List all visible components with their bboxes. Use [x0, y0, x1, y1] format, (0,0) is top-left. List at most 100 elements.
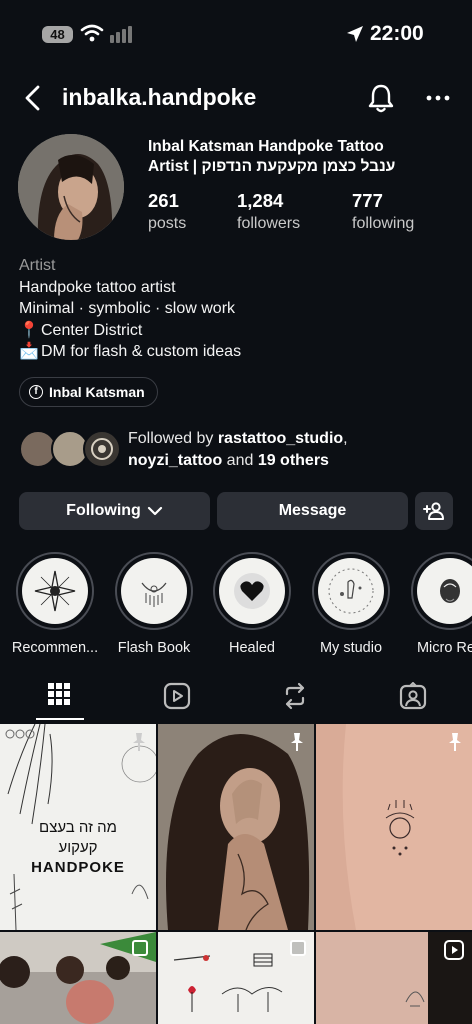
- facebook-link[interactable]: f Inbal Katsman: [19, 377, 158, 407]
- followers-count[interactable]: 1,284 followers: [237, 190, 300, 233]
- mutual-second-user[interactable]: noyzi_tattoo: [128, 452, 222, 469]
- notification-bell-icon[interactable]: [366, 82, 396, 114]
- highlight-cover: [417, 558, 472, 624]
- highlight-ring: [16, 552, 94, 630]
- stat-value: 1,284: [237, 190, 284, 211]
- post-caption-line: HANDPOKE: [31, 859, 125, 876]
- highlight-label: Flash Book: [117, 640, 191, 656]
- cellular-signal-icon: [110, 26, 132, 43]
- highlight-healed[interactable]: Healed: [213, 552, 291, 656]
- pin-icon: [291, 733, 303, 751]
- following-button-label: Following: [66, 502, 141, 519]
- clock: 22:00: [370, 22, 424, 45]
- pin-icon: 📍: [19, 321, 39, 339]
- mutual-followers-text: Followed by rastattoo_studio, noyzi_tatto…: [128, 428, 468, 472]
- back-arrow-icon[interactable]: [20, 84, 46, 112]
- profile-avatar[interactable]: [18, 134, 124, 240]
- highlight-cover: [318, 558, 384, 624]
- profile-header: inbalka.handpoke: [0, 76, 472, 120]
- repost-icon: [285, 682, 305, 710]
- following-count[interactable]: 777 following: [352, 190, 414, 233]
- bio-dm: 📩 DM for flash & custom ideas: [19, 341, 459, 363]
- carousel-icon: [132, 940, 148, 956]
- active-tab-indicator: [36, 718, 84, 720]
- facebook-link-label: Inbal Katsman: [49, 384, 145, 400]
- highlight-micro-realism[interactable]: Micro Rea: [411, 552, 472, 656]
- profile-display-name: Inbal Katsman Handpoke Tattoo Artist | ע…: [148, 137, 468, 177]
- highlight-ring: [312, 552, 390, 630]
- post-caption-line: קעקוע: [58, 839, 98, 856]
- mutual-followers[interactable]: Followed by rastattoo_studio, noyzi_tatto…: [19, 428, 459, 472]
- carousel-icon: [290, 940, 306, 956]
- wifi-icon: [80, 24, 104, 42]
- highlight-ring: [115, 552, 193, 630]
- bio-location: 📍 Center District: [19, 320, 459, 342]
- tab-grid[interactable]: [0, 676, 118, 722]
- highlight-ring: [411, 552, 472, 630]
- mutual-prefix: Followed by: [128, 430, 218, 447]
- battery-indicator: 48: [42, 26, 73, 43]
- highlight-cover: [22, 558, 88, 624]
- tab-tagged[interactable]: [354, 676, 472, 722]
- post-tile[interactable]: [0, 932, 156, 1024]
- stat-label: followers: [237, 215, 301, 232]
- message-button[interactable]: Message: [217, 492, 408, 530]
- tagged-person-icon: [399, 682, 427, 710]
- bio-line: Handpoke tattoo artist: [19, 278, 176, 296]
- post-tile[interactable]: [316, 932, 472, 1024]
- post-grid: מה זה בעצם קעקוע HANDPOKE: [0, 724, 472, 1024]
- tab-reposts[interactable]: [236, 676, 354, 722]
- highlight-ring: [213, 552, 291, 630]
- post-caption-line: מה זה בעצם: [39, 819, 117, 836]
- bio-dm-text: DM for flash & custom ideas: [41, 343, 242, 360]
- stat-label: following: [352, 215, 415, 232]
- chevron-down-icon: [147, 506, 162, 516]
- highlight-label: Recommen...: [11, 640, 99, 656]
- avatar: [83, 430, 121, 468]
- post-photo: [316, 724, 472, 930]
- highlight-cover: [219, 558, 285, 624]
- pin-icon: [133, 733, 145, 751]
- posts-count[interactable]: 261 posts: [148, 190, 186, 233]
- facebook-icon: f: [29, 385, 43, 399]
- mutual-others[interactable]: 19 others: [258, 452, 329, 469]
- post-tile[interactable]: [316, 724, 472, 930]
- mutual-first-user[interactable]: rastattoo_studio: [218, 430, 343, 447]
- location-arrow-icon: [347, 26, 363, 42]
- add-person-icon: [423, 502, 444, 520]
- status-bar: 48 22:00: [0, 0, 472, 64]
- bio-location-text: Center District: [41, 321, 143, 339]
- mutual-comma: ,: [343, 430, 348, 447]
- envelope-icon: 📩: [19, 343, 39, 360]
- highlight-cover: [121, 558, 187, 624]
- highlight-recommendations[interactable]: Recommen...: [12, 552, 98, 656]
- bio-line: Minimal · symbolic · slow work: [19, 300, 236, 317]
- post-photo: [158, 724, 314, 930]
- highlight-flash-book[interactable]: Flash Book: [115, 552, 193, 656]
- stat-label: posts: [148, 215, 187, 232]
- highlight-label: Healed: [229, 640, 275, 656]
- profile-tabs: [0, 676, 472, 722]
- reels-icon: [163, 682, 191, 710]
- highlight-my-studio[interactable]: My studio: [312, 552, 390, 656]
- highlight-label: My studio: [319, 640, 383, 656]
- following-button[interactable]: Following: [19, 492, 210, 530]
- mutual-middle: and: [222, 452, 258, 469]
- reel-play-icon: [444, 940, 464, 960]
- tab-reels[interactable]: [118, 676, 236, 722]
- grid-icon: [48, 683, 70, 705]
- more-options-icon[interactable]: [424, 86, 452, 110]
- stat-value: 777: [352, 190, 383, 211]
- bio-category: Artist: [19, 257, 56, 274]
- post-caption: מה זה בעצם קעקוע HANDPOKE: [0, 818, 156, 878]
- pin-icon: [449, 733, 461, 751]
- suggested-users-button[interactable]: [415, 492, 453, 530]
- post-tile[interactable]: [158, 932, 314, 1024]
- post-tile[interactable]: מה זה בעצם קעקוע HANDPOKE: [0, 724, 156, 930]
- highlight-label: Micro Rea: [416, 640, 472, 656]
- profile-username: inbalka.handpoke: [62, 84, 257, 110]
- display-name-line2: Artist | ענבל כצמן מקעקעת הנדפוק: [148, 158, 396, 175]
- display-name-line1: Inbal Katsman Handpoke Tattoo: [148, 138, 384, 155]
- message-button-label: Message: [278, 502, 347, 519]
- post-tile[interactable]: [158, 724, 314, 930]
